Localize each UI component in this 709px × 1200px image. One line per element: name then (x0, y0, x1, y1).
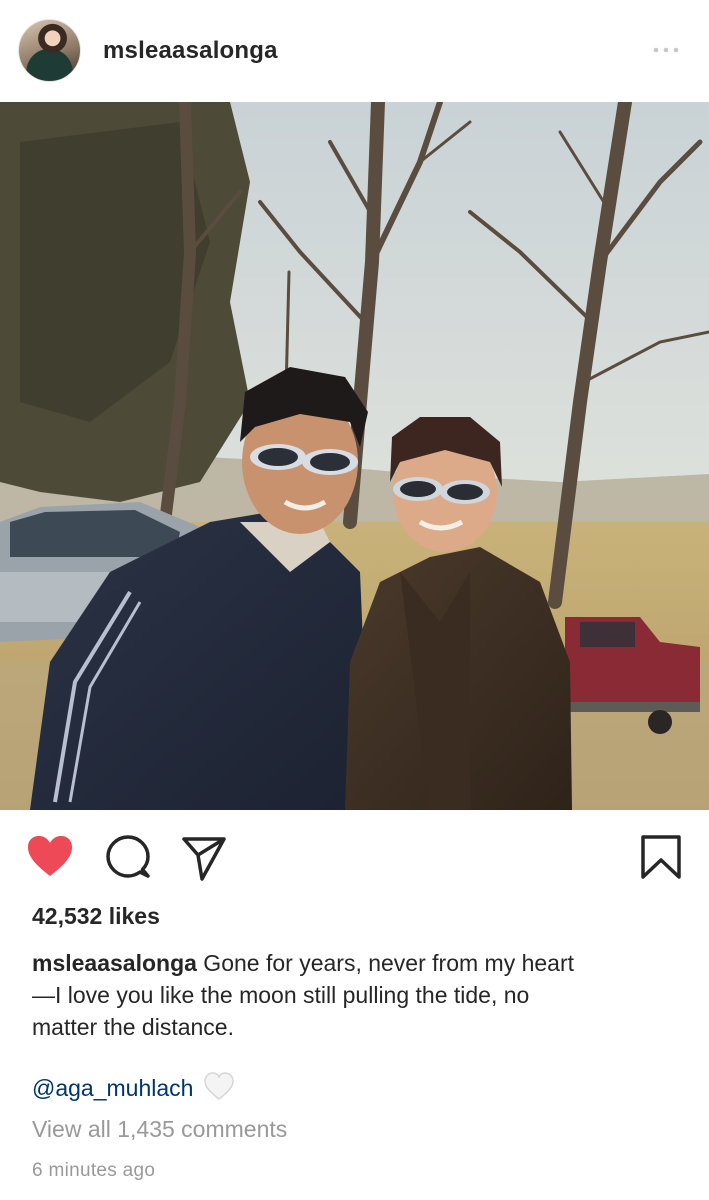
white-heart-icon (204, 1072, 235, 1100)
post-timestamp: 6 minutes ago (32, 1160, 156, 1181)
avatar[interactable] (18, 19, 81, 82)
post-photo[interactable] (0, 102, 709, 810)
bookmark-icon[interactable] (640, 834, 682, 880)
post-header: msleaasalonga (0, 0, 709, 102)
post-username[interactable]: msleaasalonga (103, 37, 278, 65)
send-icon[interactable] (180, 835, 228, 881)
likes-count[interactable]: 42,532 likes (32, 903, 160, 930)
caption-text-line3: matter the distance. (32, 1014, 234, 1040)
post-caption: msleaasalonga Gone for years, never from… (32, 947, 682, 1043)
comment-icon[interactable] (104, 833, 152, 881)
caption-text-line2: —I love you like the moon still pulling … (32, 982, 530, 1008)
caption-username[interactable]: msleaasalonga (32, 950, 197, 976)
more-options-icon[interactable] (650, 40, 682, 60)
mention-link[interactable]: @aga_muhlach (32, 1075, 193, 1101)
action-bar (0, 810, 709, 900)
view-all-comments-link[interactable]: View all 1,435 comments (32, 1116, 287, 1143)
heart-icon[interactable] (26, 834, 74, 878)
mention-line: @aga_muhlach (32, 1071, 235, 1102)
caption-text-line1: Gone for years, never from my heart (196, 950, 575, 976)
